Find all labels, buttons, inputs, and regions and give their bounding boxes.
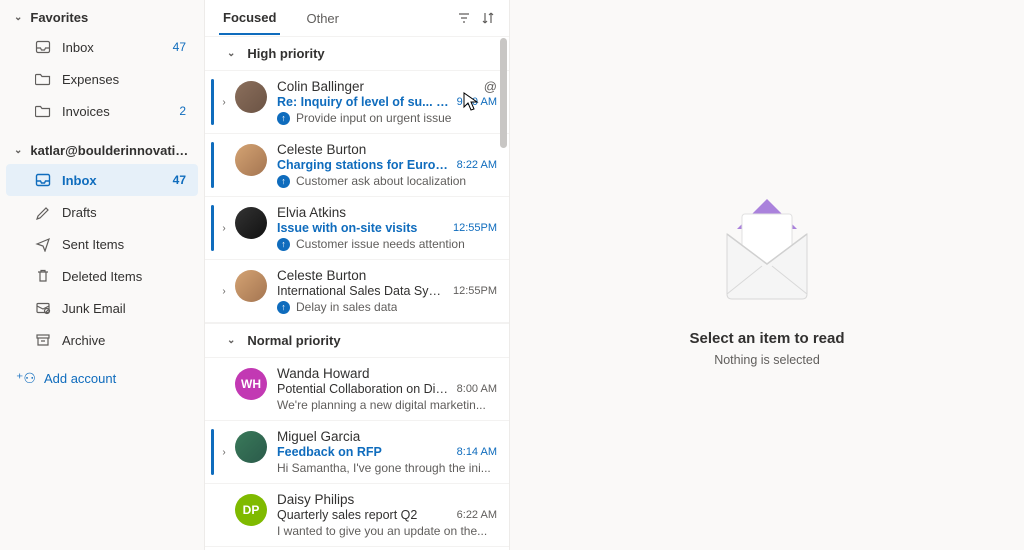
preview: Delay in sales data (296, 300, 397, 314)
message-item[interactable]: WH Wanda Howard Potential Collaboration … (205, 358, 509, 421)
empty-state-subtitle: Nothing is selected (714, 353, 820, 367)
favorites-header[interactable]: ⌄ Favorites (0, 4, 204, 31)
chevron-down-icon: ⌄ (227, 48, 235, 59)
nav-folder-deleted[interactable]: Deleted Items (6, 260, 198, 292)
insight-icon: ↑ (277, 238, 290, 251)
group-normal-priority[interactable]: ⌄ Normal priority (205, 323, 509, 358)
avatar (235, 81, 267, 113)
sender: Wanda Howard (277, 366, 497, 381)
sender: Daisy Philips (277, 492, 497, 507)
archive-icon (34, 331, 52, 349)
insight-icon: ↑ (277, 175, 290, 188)
nav-folder-drafts[interactable]: Drafts (6, 196, 198, 228)
chevron-down-icon: ⌄ (227, 335, 235, 346)
reading-pane: Select an item to read Nothing is select… (510, 0, 1024, 550)
time: 9:30 AM (457, 96, 497, 108)
message-item[interactable]: › Celeste Burton International Sales Dat… (205, 260, 509, 323)
trash-icon (34, 267, 52, 285)
inbox-icon (34, 171, 52, 189)
avatar (235, 270, 267, 302)
time: 12:55PM (453, 285, 497, 297)
sent-icon (34, 235, 52, 253)
sender: Colin Ballinger (277, 79, 484, 94)
expand-chevron-icon[interactable]: › (217, 268, 231, 314)
avatar (235, 144, 267, 176)
sender: Celeste Burton (277, 142, 497, 157)
expand-chevron-icon[interactable]: › (217, 429, 231, 475)
time: 8:00 AM (457, 383, 497, 395)
preview: Customer ask about localization (296, 174, 466, 188)
message-list-pane: Focused Other ⌄ High priority › Colin Ba… (205, 0, 510, 550)
time: 8:14 AM (457, 446, 497, 458)
group-high-priority[interactable]: ⌄ High priority (205, 36, 509, 71)
account-header[interactable]: ⌄ katlar@boulderinnovatio... (0, 137, 204, 164)
preview: I wanted to give you an update on the... (277, 524, 487, 538)
filter-icon[interactable] (457, 11, 471, 25)
account-label: katlar@boulderinnovatio... (30, 143, 194, 158)
folder-icon (34, 102, 52, 120)
message-item[interactable]: Celeste Burton Charging stations for Eur… (205, 134, 509, 197)
folder-icon (34, 70, 52, 88)
nav-folder-sent[interactable]: Sent Items (6, 228, 198, 260)
preview: Hi Samantha, I've gone through the ini..… (277, 461, 491, 475)
subject: Issue with on-site visits (277, 221, 445, 235)
message-item[interactable]: › Miguel Garcia Feedback on RFP 8:14 AM … (205, 421, 509, 484)
add-account-icon: ⁺⚇ (16, 370, 36, 387)
preview: We're planning a new digital marketin... (277, 398, 486, 412)
time: 6:22 AM (457, 509, 497, 521)
subject: Quarterly sales report Q2 (277, 508, 449, 522)
insight-icon: ↑ (277, 301, 290, 314)
tab-other[interactable]: Other (302, 3, 343, 34)
nav-folder-archive[interactable]: Archive (6, 324, 198, 356)
insight-icon: ↑ (277, 112, 290, 125)
tab-focused[interactable]: Focused (219, 2, 280, 35)
subject: Re: Inquiry of level of su... (2) (277, 95, 449, 109)
expand-chevron-icon[interactable]: › (217, 79, 231, 125)
avatar: WH (235, 368, 267, 400)
mention-icon: @ (484, 79, 497, 94)
avatar (235, 431, 267, 463)
empty-state-title: Select an item to read (689, 330, 844, 347)
avatar (235, 207, 267, 239)
time: 12:55PM (453, 222, 497, 234)
avatar: DP (235, 494, 267, 526)
nav-folder-junk[interactable]: Junk Email (6, 292, 198, 324)
nav-favorite-invoices[interactable]: Invoices 2 (6, 95, 198, 127)
subject: Feedback on RFP (277, 445, 449, 459)
subject: Charging stations for Europ... (277, 158, 449, 172)
nav-favorite-expenses[interactable]: Expenses (6, 63, 198, 95)
sender: Miguel Garcia (277, 429, 497, 444)
drafts-icon (34, 203, 52, 221)
scrollbar[interactable] (500, 38, 507, 148)
inbox-icon (34, 38, 52, 56)
message-items: › Colin Ballinger @ Re: Inquiry of level… (205, 71, 509, 550)
sender: Elvia Atkins (277, 205, 497, 220)
folder-pane: ⌄ Favorites Inbox 47 Expenses Invoices 2… (0, 0, 205, 550)
sender: Celeste Burton (277, 268, 497, 283)
inbox-tabs: Focused Other (205, 0, 509, 36)
nav-favorite-inbox[interactable]: Inbox 47 (6, 31, 198, 63)
message-item[interactable]: DP Daisy Philips Quarterly sales report … (205, 484, 509, 547)
time: 8:22 AM (457, 159, 497, 171)
preview: Provide input on urgent issue (296, 111, 451, 125)
junk-icon (34, 299, 52, 317)
message-item[interactable]: › Elvia Atkins Issue with on-site visits… (205, 197, 509, 260)
chevron-down-icon: ⌄ (14, 145, 22, 156)
sort-icon[interactable] (481, 11, 495, 25)
message-item[interactable]: › Colin Ballinger @ Re: Inquiry of level… (205, 71, 509, 134)
nav-folder-inbox[interactable]: Inbox 47 (6, 164, 198, 196)
favorites-label: Favorites (30, 10, 88, 25)
preview: Customer issue needs attention (296, 237, 465, 251)
empty-state-envelope-icon (702, 184, 832, 304)
add-account-button[interactable]: ⁺⚇ Add account (0, 356, 204, 401)
subject: International Sales Data Sync D... (277, 284, 445, 298)
chevron-down-icon: ⌄ (14, 12, 22, 23)
expand-chevron-icon[interactable]: › (217, 205, 231, 251)
subject: Potential Collaboration on Digit... (277, 382, 449, 396)
